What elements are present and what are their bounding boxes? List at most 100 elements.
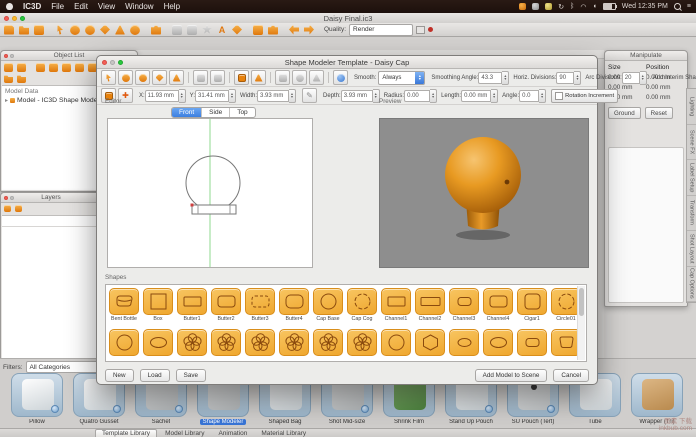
field-y[interactable]: 31.41 mm (195, 90, 229, 102)
dialog-title-bar[interactable]: Shape Modeler Template - Daisy Cap (97, 56, 597, 69)
menu-item-view[interactable]: View (98, 2, 115, 11)
stepper-radius[interactable]: ▲▼ (430, 89, 437, 103)
field-angle[interactable]: 0.0 (519, 90, 539, 102)
field-smoothing-angle[interactable]: 43.3 (478, 72, 502, 84)
add-model-to-scene-button[interactable]: Add Model to Scene (475, 369, 548, 382)
menu-clock[interactable]: Wed 12:35 PM (622, 3, 668, 10)
shape-tile[interactable] (517, 329, 547, 356)
zoom-icon[interactable] (118, 70, 133, 85)
camera-icon[interactable] (268, 25, 278, 35)
edit-depth-button[interactable]: ✎ (302, 88, 317, 103)
field-width[interactable]: 3.93 mm (257, 90, 289, 102)
shape-tile-butter2[interactable]: Butter2 (211, 288, 241, 322)
node-edit-icon[interactable] (152, 70, 167, 85)
shape-tile[interactable] (109, 329, 139, 356)
scrollbar-thumb[interactable] (579, 288, 584, 316)
hand-icon[interactable] (232, 25, 242, 35)
menu-extra-app-icon-1[interactable] (519, 3, 526, 10)
import-folder-icon[interactable] (4, 74, 13, 83)
tab-material-library[interactable]: Material Library (255, 430, 312, 437)
tab-template-library[interactable]: Template Library (95, 429, 157, 437)
notification-center-icon[interactable]: ≡ (687, 3, 691, 10)
menu-extra-app-icon-3[interactable] (545, 3, 552, 10)
shape-library-box[interactable]: Bent BottleBoxButter1Butter2Butter3Butte… (105, 284, 587, 362)
new-document-icon[interactable] (4, 25, 14, 35)
menu-item-edit[interactable]: Edit (74, 2, 88, 11)
stepper-width[interactable]: ▲▼ (289, 89, 296, 103)
menu-extra-app-icon-2[interactable] (532, 3, 539, 10)
rotate-icon[interactable] (130, 25, 140, 35)
battery-icon[interactable] (603, 3, 616, 10)
star-icon[interactable] (202, 25, 212, 35)
snap-icon[interactable] (333, 70, 348, 85)
position-value[interactable]: 0.00 mm (646, 84, 684, 91)
template-thumbnail[interactable] (631, 373, 683, 417)
expand-icon[interactable] (17, 63, 26, 72)
redo-icon[interactable] (304, 25, 314, 35)
record-indicator-icon[interactable] (428, 27, 433, 32)
mirror-v-icon[interactable] (210, 70, 225, 85)
side-tab-label-setup[interactable]: Label Setup (687, 160, 696, 196)
smooth-dropdown[interactable]: Always ▲▼ (378, 71, 425, 85)
wifi-icon[interactable]: ◠ (580, 3, 586, 11)
menu-item-file[interactable]: File (51, 2, 64, 11)
select-arrow-icon[interactable] (101, 70, 116, 85)
shape-tile[interactable] (279, 329, 309, 356)
side-tab-cap-options[interactable]: Cap Options (687, 267, 696, 303)
shape-tile-channel3[interactable]: Channel3 (449, 288, 479, 322)
shape-tile-channel2[interactable]: Channel2 (415, 288, 445, 322)
ground-button[interactable]: Ground (608, 107, 641, 119)
handle-point[interactable] (191, 204, 194, 207)
add-model-icon[interactable] (36, 63, 45, 72)
menu-item-window[interactable]: Window (125, 2, 153, 11)
shape-tile-butter4[interactable]: Butter4 (279, 288, 309, 322)
load-button[interactable]: Load (140, 369, 170, 382)
shape-tile-cigar1[interactable]: Cigar1 (517, 288, 547, 322)
lasso-icon[interactable] (169, 70, 184, 85)
field-depth[interactable]: 3.93 mm (341, 90, 373, 102)
stepper-arc-divisions[interactable]: ▲▼ (640, 71, 647, 85)
shape-tile[interactable] (313, 329, 343, 356)
save-icon[interactable] (34, 25, 44, 35)
preview-canvas[interactable] (379, 118, 589, 268)
rotation-increment-button[interactable]: Rotation Increment (551, 89, 618, 103)
material-icon[interactable] (253, 25, 263, 35)
save-button[interactable]: Save (176, 369, 206, 382)
zoom-region-icon[interactable] (135, 70, 150, 85)
shape-tile-bent-bottle[interactable]: Bent Bottle (109, 288, 139, 322)
field-arc-divisions[interactable]: 20 (622, 72, 640, 84)
shape-tile-channel4[interactable]: Channel4 (483, 288, 513, 322)
spotlight-icon[interactable] (674, 3, 681, 10)
shape-tile[interactable] (483, 329, 513, 356)
field-radius[interactable]: 0.00 (404, 90, 430, 102)
menu-item-ic3d[interactable]: IC3D (23, 2, 41, 11)
align-text-icon[interactable]: A (217, 25, 227, 35)
shape-tile[interactable] (415, 329, 445, 356)
side-tab-shot-layout[interactable]: Shot Layout (687, 231, 696, 267)
export-folder-icon[interactable] (17, 74, 26, 83)
undo-icon[interactable] (289, 25, 299, 35)
move-icon[interactable] (100, 25, 110, 35)
shape-tile[interactable] (177, 329, 207, 356)
reset-button[interactable]: Reset (645, 107, 673, 119)
disclosure-triangle-icon[interactable]: ▸ (5, 97, 8, 104)
template-item-pillow[interactable]: Pillow (6, 373, 68, 425)
eyedropper-icon[interactable] (251, 70, 266, 85)
position-value[interactable]: 0.00 mm (646, 94, 684, 101)
shape-tile-channel1[interactable]: Channel1 (381, 288, 411, 322)
manipulate-title-bar[interactable]: Manipulate (605, 51, 687, 61)
tab-animation[interactable]: Animation (212, 430, 253, 437)
show-hide-icon[interactable] (4, 63, 13, 72)
shapes-scrollbar[interactable] (577, 286, 585, 360)
stepper-length[interactable]: ▲▼ (491, 89, 498, 103)
bluetooth-icon[interactable]: ᛒ (570, 3, 574, 10)
editor-tab-side[interactable]: Side (202, 108, 230, 117)
group-objects-icon[interactable] (75, 63, 84, 72)
shape-tile-cap-cog[interactable]: Cap Cog (347, 288, 377, 322)
duplicate-icon[interactable] (49, 63, 58, 72)
apple-menu-icon[interactable] (6, 3, 13, 10)
mirror-h-icon[interactable] (193, 70, 208, 85)
open-folder-icon[interactable] (19, 25, 29, 35)
editor-canvas[interactable] (107, 118, 313, 268)
stepper-angle[interactable]: ▲▼ (539, 89, 546, 103)
